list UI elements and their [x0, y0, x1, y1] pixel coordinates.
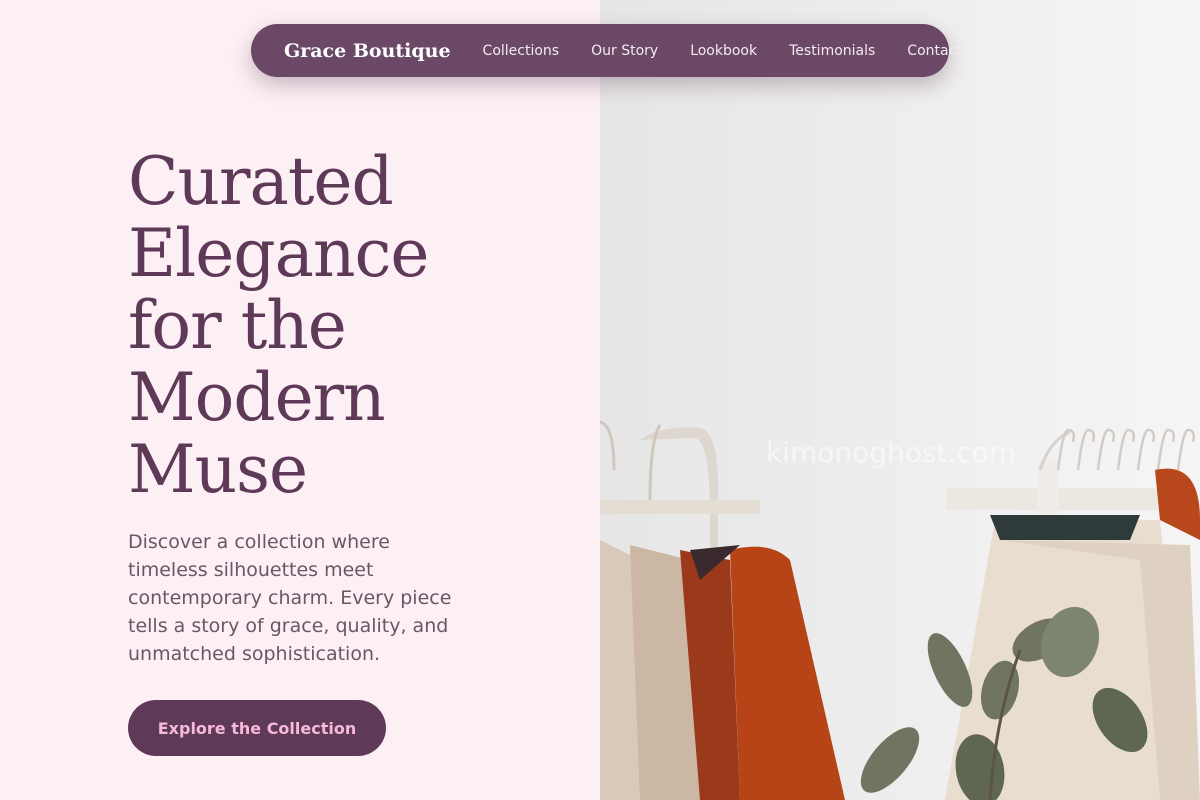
hero-image: [600, 0, 1200, 800]
top-navigation: Grace Boutique Collections Our Story Loo…: [251, 24, 962, 77]
watermark-text: kimonoghost.com: [766, 436, 1017, 469]
hero-title-line: for the: [128, 287, 347, 364]
brand-logo-text[interactable]: Grace Boutique: [284, 40, 451, 62]
hero-title-line: Elegance: [128, 215, 429, 292]
clothing-rack-photo: [600, 0, 1200, 800]
hero-title-line: Curated: [128, 143, 394, 220]
hero-title-line: Muse: [128, 431, 308, 508]
hero-title: Curated Elegance for the Modern Muse: [128, 146, 568, 506]
nav-link-lookbook[interactable]: Lookbook: [690, 43, 757, 59]
nav-link-our-story[interactable]: Our Story: [591, 43, 658, 59]
hero-title-line: Modern: [128, 359, 386, 436]
explore-collection-button[interactable]: Explore the Collection: [128, 700, 386, 756]
hero-description: Discover a collection where timeless sil…: [128, 531, 452, 665]
nav-link-collections[interactable]: Collections: [483, 43, 560, 59]
nav-link-contact[interactable]: Contact: [907, 43, 961, 59]
nav-link-testimonials[interactable]: Testimonials: [789, 43, 875, 59]
